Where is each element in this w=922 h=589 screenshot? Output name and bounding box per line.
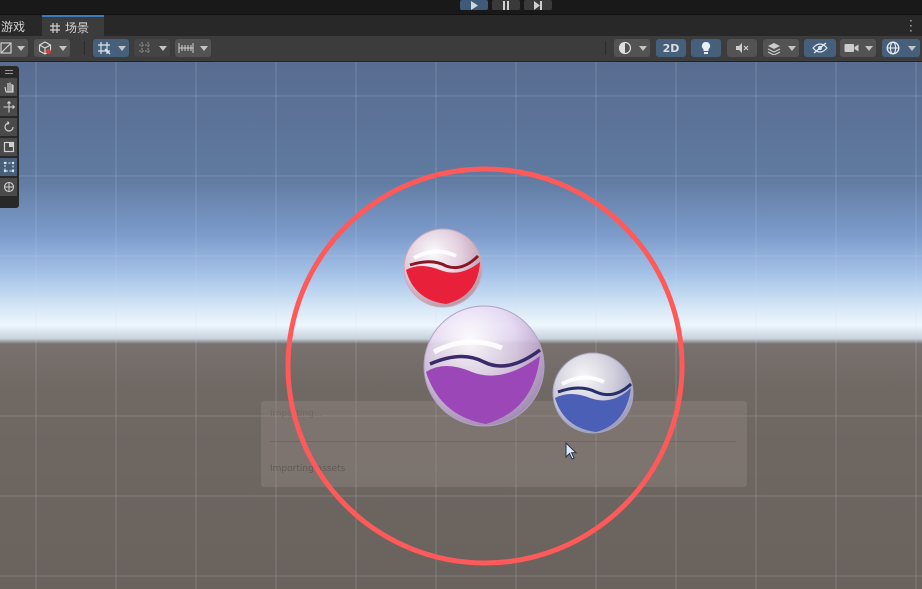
tool-panel: [0, 66, 19, 208]
marble-blue[interactable]: [552, 352, 634, 434]
move-arrows-icon: [3, 101, 15, 113]
drag-handle-icon: [4, 70, 13, 74]
rotate-tool[interactable]: [0, 118, 17, 136]
tool-panel-handle[interactable]: [0, 68, 17, 76]
move-tool[interactable]: [0, 98, 17, 116]
rect-tool[interactable]: [0, 158, 17, 176]
hand-tool[interactable]: [0, 78, 17, 96]
marble-red[interactable]: [403, 228, 483, 308]
scale-tool[interactable]: [0, 138, 17, 156]
scale-icon: [3, 141, 14, 153]
marble-purple[interactable]: [423, 305, 545, 427]
transform-icon: [3, 181, 14, 193]
rect-transform-icon: [3, 161, 14, 173]
transform-tool[interactable]: [0, 178, 17, 196]
scene-objects: [285, 166, 685, 566]
hand-icon: [3, 82, 14, 93]
rotate-icon: [3, 121, 14, 132]
mouse-cursor-icon: [565, 441, 578, 460]
